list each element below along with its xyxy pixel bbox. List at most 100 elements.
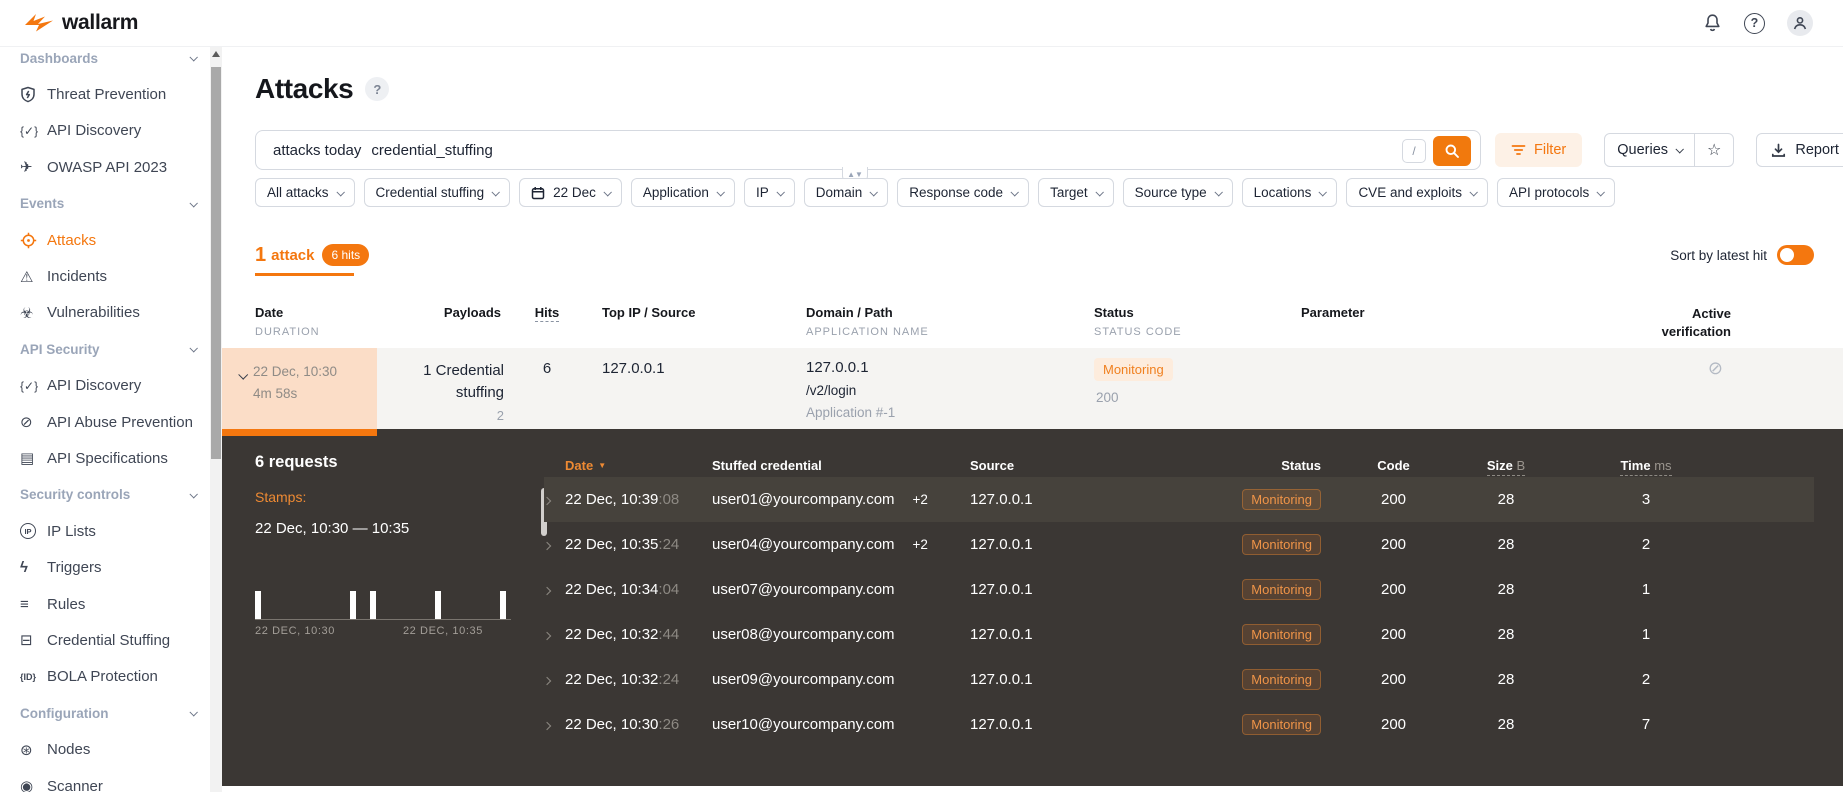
- search-shortcut-hint: /: [1402, 139, 1426, 163]
- chevron-down-icon: [716, 187, 725, 197]
- col-hits-sortable[interactable]: Hits: [534, 305, 560, 322]
- scrollbar-up-arrow-icon[interactable]: [212, 51, 220, 57]
- req-col-code: Code: [1377, 457, 1410, 473]
- requests-count: 6 requests: [255, 453, 338, 471]
- sidebar-item-credential-stuffing[interactable]: ⊟ Credential Stuffing: [0, 622, 210, 658]
- col-payloads: Payloads: [443, 305, 501, 320]
- sidebar-item-threat-prevention[interactable]: Threat Prevention: [0, 76, 210, 112]
- chevron-down-icon: [1010, 187, 1020, 197]
- histogram-end-label: 22 DEC, 10:35: [402, 625, 483, 637]
- user-avatar-icon[interactable]: [1787, 10, 1813, 36]
- chevron-down-icon: [603, 187, 612, 197]
- sidebar-item-attacks[interactable]: Attacks: [0, 222, 210, 258]
- sidebar-item-triggers[interactable]: ϟ Triggers: [0, 549, 210, 585]
- chip-locations[interactable]: Locations: [1241, 178, 1338, 207]
- request-row[interactable]: 22 Dec, 10:30:26 user10@yourcompany.com …: [542, 702, 1814, 747]
- plane-icon: ✈: [20, 159, 33, 177]
- toggle-knob: [1780, 248, 1794, 262]
- attacks-table-header: Date DURATION Payloads Hits Top IP / Sour…: [222, 305, 1843, 340]
- chevron-down-icon: [189, 53, 198, 62]
- attack-row[interactable]: 22 Dec, 10:30 4m 58s 1 Credential stuffin…: [222, 348, 1843, 788]
- content-scrollbar[interactable]: [210, 47, 222, 792]
- wallarm-logo-icon: [25, 14, 53, 32]
- request-row[interactable]: 22 Dec, 10:32:24 user09@yourcompany.com …: [542, 657, 1814, 702]
- sidebar-item-incidents[interactable]: ⚠ Incidents: [0, 258, 210, 294]
- expand-chevron-icon[interactable]: [542, 631, 552, 641]
- request-row[interactable]: 22 Dec, 10:39:08 user01@yourcompany.com +…: [542, 477, 1814, 522]
- attack-domain[interactable]: 127.0.0.1: [806, 360, 1094, 375]
- chip-ip[interactable]: IP: [743, 178, 795, 207]
- sidebar-section-security-controls[interactable]: Security controls: [0, 477, 210, 513]
- chip-cve-and-exploits[interactable]: CVE and exploits: [1346, 178, 1488, 207]
- col-application-name: APPLICATION NAME: [806, 326, 929, 338]
- attack-count-label: attack: [271, 246, 315, 264]
- chip-api-protocols[interactable]: API protocols: [1497, 178, 1616, 207]
- expand-chevron-icon[interactable]: [542, 541, 552, 551]
- sidebar-item-vulnerabilities[interactable]: ☣ Vulnerabilities: [0, 295, 210, 331]
- sidebar-item-rules[interactable]: ≡ Rules: [0, 586, 210, 622]
- sidebar-item-api-specifications[interactable]: ▤ API Specifications: [0, 440, 210, 476]
- chip-response-code[interactable]: Response code: [897, 178, 1030, 207]
- document-icon: ▤: [20, 450, 35, 468]
- req-col-time[interactable]: Time ms: [1546, 457, 1746, 476]
- filter-button[interactable]: Filter: [1495, 133, 1583, 167]
- chevron-down-icon: [1675, 145, 1684, 154]
- chip-attack-type[interactable]: Credential stuffing: [363, 178, 511, 207]
- req-col-size[interactable]: Size B: [1466, 457, 1546, 476]
- sidebar-item-api-discovery[interactable]: {✓} API Discovery: [0, 113, 210, 149]
- col-date: Date: [255, 305, 284, 320]
- chip-application[interactable]: Application: [630, 178, 735, 207]
- col-domain: Domain / Path: [806, 305, 893, 320]
- attack-duration: 4m 58s: [253, 385, 298, 401]
- chip-target[interactable]: Target: [1038, 178, 1114, 207]
- sidebar-section-events[interactable]: Events: [0, 186, 210, 222]
- chip-date[interactable]: 22 Dec: [519, 178, 622, 207]
- sidebar-item-api-discovery-2[interactable]: {✓} API Discovery: [0, 368, 210, 404]
- search-input[interactable]: attacks today credential_stuffing /: [255, 130, 1481, 170]
- chevron-down-icon: [189, 708, 198, 717]
- attack-details-panel: 6 requests Stamps: 22 Dec, 10:30 — 10:35…: [222, 429, 1843, 786]
- page-help-icon[interactable]: ?: [365, 77, 390, 101]
- scrollbar-thumb[interactable]: [211, 67, 221, 459]
- id-card-icon: ⊟: [20, 632, 33, 650]
- attack-date-cell[interactable]: 22 Dec, 10:30 4m 58s: [222, 348, 377, 429]
- expand-chevron-icon[interactable]: [542, 676, 552, 686]
- notifications-bell-icon[interactable]: [1703, 13, 1722, 33]
- request-row[interactable]: 22 Dec, 10:35:24 user04@yourcompany.com +…: [542, 522, 1814, 567]
- histogram-start-label: 22 DEC, 10:30: [255, 625, 335, 637]
- sidebar-item-ip-lists[interactable]: IP IP Lists: [0, 513, 210, 549]
- collapse-chevron-icon[interactable]: [238, 366, 249, 429]
- sidebar-section-configuration[interactable]: Configuration: [0, 695, 210, 731]
- chip-all-attacks[interactable]: All attacks: [255, 178, 355, 207]
- expand-chevron-icon[interactable]: [542, 721, 552, 731]
- wallarm-logo-text: wallarm: [62, 11, 139, 34]
- chip-source-type[interactable]: Source type: [1122, 178, 1233, 207]
- status-badge: Monitoring: [1242, 714, 1321, 735]
- sidebar-item-bola-protection[interactable]: {ID} BOLA Protection: [0, 659, 210, 695]
- col-status-code: STATUS CODE: [1094, 326, 1182, 338]
- wallarm-logo[interactable]: wallarm: [24, 11, 138, 35]
- sidebar-item-nodes[interactable]: ⊛ Nodes: [0, 731, 210, 767]
- report-button[interactable]: Report: [1756, 133, 1843, 167]
- attack-path[interactable]: /v2/login: [806, 384, 1094, 398]
- favorite-star-button[interactable]: ☆: [1694, 134, 1733, 166]
- request-row[interactable]: 22 Dec, 10:34:04 user07@yourcompany.com …: [542, 567, 1814, 612]
- req-col-date-sorted[interactable]: Date ▼: [565, 458, 712, 473]
- attack-payload: 1 Credential stuffing: [423, 362, 504, 401]
- sidebar-section-api-security[interactable]: API Security: [0, 331, 210, 367]
- expand-chevron-icon[interactable]: [542, 586, 552, 596]
- search-button[interactable]: [1433, 136, 1471, 166]
- chevron-down-icon: [189, 198, 198, 208]
- stamps-link[interactable]: Stamps:: [255, 489, 535, 505]
- sidebar-item-api-abuse-prevention[interactable]: ⊘ API Abuse Prevention: [0, 404, 210, 440]
- sidebar-section-dashboards[interactable]: Dashboards: [0, 47, 210, 76]
- sidebar-item-scanner[interactable]: ◉ Scanner: [0, 768, 210, 792]
- expanded-row-indicator: [222, 429, 377, 436]
- help-icon[interactable]: ?: [1744, 12, 1765, 34]
- sort-toggle[interactable]: [1777, 245, 1814, 265]
- chip-domain[interactable]: Domain: [803, 178, 889, 207]
- expand-chevron-icon[interactable]: [542, 496, 552, 506]
- queries-button[interactable]: Queries: [1605, 134, 1694, 166]
- request-row[interactable]: 22 Dec, 10:32:44 user08@yourcompany.com …: [542, 612, 1814, 657]
- sidebar-item-owasp-api-2023[interactable]: ✈ OWASP API 2023: [0, 149, 210, 185]
